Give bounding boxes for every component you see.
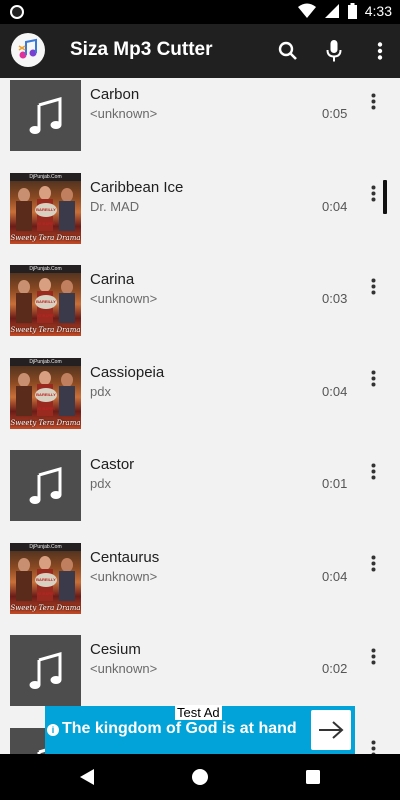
song-title: Castor bbox=[90, 456, 135, 473]
overflow-menu-button[interactable] bbox=[368, 36, 392, 66]
app-title: Siza Mp3 Cutter bbox=[70, 39, 213, 60]
album-art: DjPunjab.Com BAREILLY KI BARFI Sweety Tera… bbox=[10, 542, 81, 614]
song-options-button[interactable] bbox=[362, 645, 384, 667]
search-button[interactable] bbox=[276, 36, 300, 66]
song-duration: 0:04 bbox=[322, 198, 348, 214]
home-icon bbox=[192, 769, 208, 785]
scrollbar-thumb[interactable] bbox=[383, 180, 387, 214]
song-title: Carina bbox=[90, 271, 135, 288]
music-note-icon bbox=[29, 96, 61, 134]
song-artist: Dr. MAD bbox=[90, 198, 140, 214]
song-options-button[interactable] bbox=[362, 738, 384, 754]
song-artist: pdx bbox=[90, 476, 111, 491]
song-row[interactable]: DjPunjab.Com BAREILLY KI BARFI Sweety Tera… bbox=[0, 167, 400, 259]
recents-icon bbox=[306, 770, 320, 784]
ad-text[interactable]: The kingdom of God is at hand bbox=[62, 720, 297, 738]
home-button[interactable] bbox=[189, 766, 211, 788]
app-bar: Siza Mp3 Cutter bbox=[0, 24, 400, 78]
song-artist: pdx bbox=[90, 383, 111, 399]
song-thumbnail bbox=[10, 635, 81, 706]
music-note-icon bbox=[29, 651, 61, 689]
status-icons: 4:33 bbox=[297, 3, 392, 19]
ad-banner[interactable]: Test Ad i The kingdom of God is at hand bbox=[45, 705, 355, 756]
album-art-badge: BAREILLY KI BARFI bbox=[35, 295, 57, 318]
album-art-site: DjPunjab.Com bbox=[10, 172, 81, 181]
album-art-title: Sweety Tera Drama bbox=[10, 603, 81, 612]
ad-info-icon[interactable]: i bbox=[47, 724, 59, 736]
song-row[interactable]: Carbon <unknown> 0:05 bbox=[0, 78, 400, 166]
voice-search-button[interactable] bbox=[322, 36, 346, 66]
song-duration: 0:04 bbox=[322, 568, 348, 584]
song-artist: <unknown> bbox=[90, 661, 158, 676]
music-note-icon bbox=[29, 466, 61, 504]
album-art-title: Sweety Tera Drama bbox=[10, 233, 81, 242]
album-art-site: DjPunjab.Com bbox=[10, 265, 81, 273]
song-thumbnail bbox=[10, 80, 81, 151]
app-logo[interactable] bbox=[11, 33, 45, 67]
navigation-bar bbox=[0, 754, 400, 800]
song-artist: <unknown> bbox=[90, 106, 158, 121]
album-art: DjPunjab.Com BAREILLY KI BARFI Sweety Tera… bbox=[10, 172, 81, 244]
song-options-button[interactable] bbox=[362, 368, 384, 390]
more-vert-icon bbox=[371, 93, 375, 109]
wifi-icon bbox=[297, 3, 316, 18]
battery-icon bbox=[347, 3, 357, 19]
album-art-badge: BAREILLY KI BARFI bbox=[35, 387, 57, 411]
status-bar: 4:33 bbox=[0, 0, 400, 24]
album-art-site: DjPunjab.Com bbox=[10, 357, 81, 366]
album-art: DjPunjab.Com BAREILLY KI BARFI Sweety Tera… bbox=[10, 265, 81, 336]
search-icon bbox=[278, 41, 297, 60]
back-icon bbox=[80, 769, 94, 785]
song-row[interactable]: DjPunjab.Com BAREILLY KI BARFI Sweety Tera… bbox=[0, 259, 400, 351]
song-duration: 0:01 bbox=[322, 476, 348, 491]
recents-button[interactable] bbox=[302, 766, 324, 788]
song-options-button[interactable] bbox=[362, 90, 384, 112]
album-art: DjPunjab.Com BAREILLY KI BARFI Sweety Tera… bbox=[10, 357, 81, 429]
song-title: Carbon bbox=[90, 86, 140, 103]
more-vert-icon bbox=[371, 555, 375, 572]
song-options-button[interactable] bbox=[362, 183, 384, 205]
song-duration: 0:04 bbox=[322, 383, 348, 399]
song-title: Caribbean Ice bbox=[90, 178, 184, 196]
more-vert-icon bbox=[377, 42, 383, 60]
ad-label: Test Ad bbox=[175, 705, 222, 720]
more-vert-icon bbox=[371, 370, 375, 387]
signal-icon bbox=[324, 4, 339, 18]
song-duration: 0:05 bbox=[322, 106, 348, 121]
song-title: Cassiopeia bbox=[90, 363, 165, 381]
album-art-title: Sweety Tera Drama bbox=[10, 326, 81, 334]
music-logo-icon bbox=[18, 38, 37, 59]
song-artist: <unknown> bbox=[90, 291, 158, 306]
album-art-badge: BAREILLY KI BARFI bbox=[35, 572, 57, 596]
album-art-title: Sweety Tera Drama bbox=[10, 418, 81, 427]
song-options-button[interactable] bbox=[362, 553, 384, 575]
song-list[interactable]: Carbon <unknown> 0:05 DjPunjab.Com BAREILLY … bbox=[0, 78, 400, 754]
arrow-right-icon bbox=[319, 721, 344, 739]
more-vert-icon bbox=[371, 463, 375, 479]
song-duration: 0:03 bbox=[322, 291, 348, 306]
song-thumbnail bbox=[10, 450, 81, 521]
song-row[interactable]: Castor pdx 0:01 bbox=[0, 444, 400, 536]
song-row[interactable]: DjPunjab.Com BAREILLY KI BARFI Sweety Tera… bbox=[0, 537, 400, 629]
album-art-badge: BAREILLY KI BARFI bbox=[35, 202, 57, 226]
song-options-button[interactable] bbox=[362, 275, 384, 297]
notification-icon bbox=[10, 5, 24, 19]
song-title: Cesium bbox=[90, 641, 141, 658]
microphone-icon bbox=[326, 40, 342, 62]
song-row[interactable]: DjPunjab.Com BAREILLY KI BARFI Sweety Tera… bbox=[0, 352, 400, 444]
album-art-site: DjPunjab.Com bbox=[10, 542, 81, 551]
song-duration: 0:02 bbox=[322, 661, 348, 676]
more-vert-icon bbox=[371, 185, 375, 202]
song-title: Centaurus bbox=[90, 548, 160, 566]
song-options-button[interactable] bbox=[362, 460, 384, 482]
back-button[interactable] bbox=[76, 766, 98, 788]
more-vert-icon bbox=[371, 740, 375, 754]
more-vert-icon bbox=[371, 278, 375, 294]
clock: 4:33 bbox=[364, 3, 392, 19]
song-artist: <unknown> bbox=[90, 568, 158, 584]
ad-arrow-button[interactable] bbox=[311, 710, 351, 750]
more-vert-icon bbox=[371, 648, 375, 664]
